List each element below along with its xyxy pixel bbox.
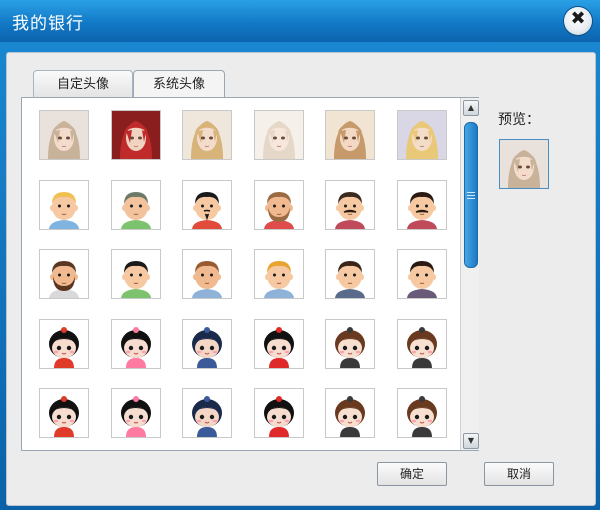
avatar-option[interactable] xyxy=(39,388,89,438)
avatar-option[interactable] xyxy=(325,110,375,160)
avatar-option[interactable] xyxy=(182,110,232,160)
avatar-grid xyxy=(22,98,460,450)
grip-icon xyxy=(467,192,475,193)
avatar-option[interactable] xyxy=(111,319,161,369)
avatar-option[interactable] xyxy=(39,249,89,299)
avatar-panel: ▲ ▼ xyxy=(21,97,479,451)
avatar-option[interactable] xyxy=(111,249,161,299)
avatar-option[interactable] xyxy=(397,110,447,160)
ok-button[interactable]: 确定 xyxy=(377,462,447,486)
avatar-option[interactable] xyxy=(182,249,232,299)
tab-system-avatar[interactable]: 系统头像 xyxy=(133,70,225,99)
avatar-option[interactable] xyxy=(111,388,161,438)
avatar-option[interactable] xyxy=(254,319,304,369)
avatar-option[interactable] xyxy=(325,180,375,230)
avatar-option[interactable] xyxy=(397,180,447,230)
tab-custom-avatar[interactable]: 自定头像 xyxy=(33,70,133,99)
avatar-option[interactable] xyxy=(254,180,304,230)
dialog-window: 我的银行 ✖ 自定头像 系统头像 ▲ ▼ 预览： 确定 取消 xyxy=(0,0,600,510)
vertical-scrollbar[interactable]: ▲ ▼ xyxy=(460,98,479,450)
avatar-option[interactable] xyxy=(182,388,232,438)
close-button[interactable]: ✖ xyxy=(564,7,592,35)
title-bar: 我的银行 ✖ xyxy=(0,0,600,42)
avatar-option[interactable] xyxy=(254,110,304,160)
avatar-option[interactable] xyxy=(39,319,89,369)
preview-image xyxy=(499,139,549,189)
dialog-title: 我的银行 xyxy=(12,14,84,34)
avatar-option[interactable] xyxy=(397,388,447,438)
avatar-option[interactable] xyxy=(397,249,447,299)
close-icon: ✖ xyxy=(570,8,586,29)
avatar-option[interactable] xyxy=(325,388,375,438)
cancel-button[interactable]: 取消 xyxy=(484,462,554,486)
avatar-option[interactable] xyxy=(397,319,447,369)
avatar-option[interactable] xyxy=(325,319,375,369)
avatar-option[interactable] xyxy=(111,110,161,160)
avatar-option[interactable] xyxy=(325,249,375,299)
scroll-thumb[interactable] xyxy=(464,122,478,268)
scroll-down-button[interactable]: ▼ xyxy=(463,433,479,449)
avatar-option[interactable] xyxy=(182,319,232,369)
avatar-option[interactable] xyxy=(254,388,304,438)
preview-label: 预览： xyxy=(498,112,540,128)
avatar-option[interactable] xyxy=(39,110,89,160)
avatar-option[interactable] xyxy=(39,180,89,230)
avatar-option[interactable] xyxy=(111,180,161,230)
scroll-up-button[interactable]: ▲ xyxy=(463,100,479,116)
avatar-option[interactable] xyxy=(182,180,232,230)
avatar-option[interactable] xyxy=(254,249,304,299)
